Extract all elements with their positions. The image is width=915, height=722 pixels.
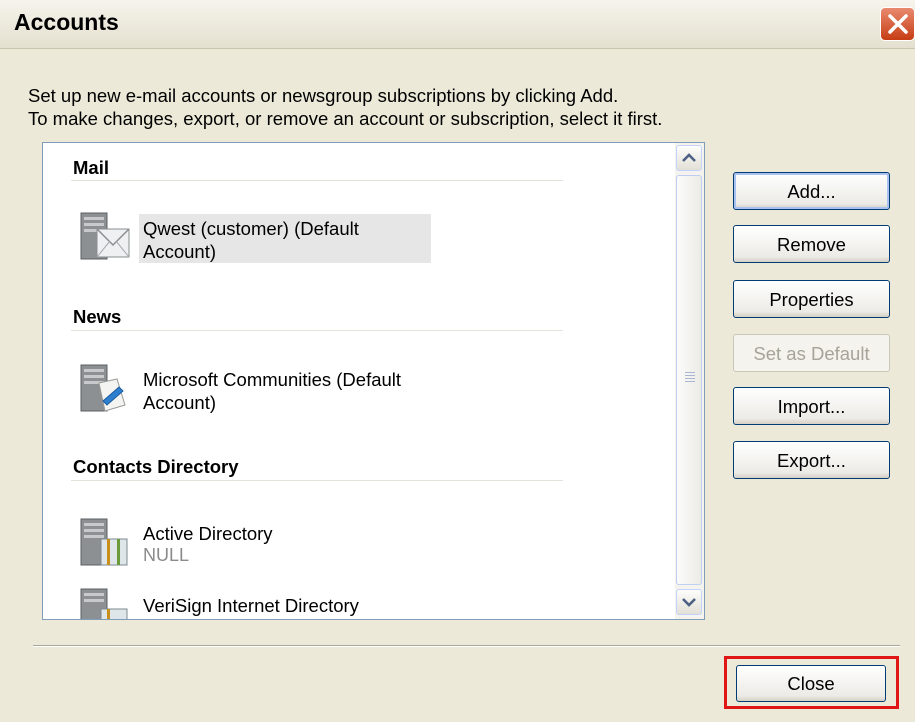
accounts-list[interactable]: Mail Qwest (customer) (Default Account) … xyxy=(42,142,705,620)
divider xyxy=(71,480,563,481)
chevron-up-icon xyxy=(682,153,696,162)
account-name: Active Directory xyxy=(143,523,273,544)
close-icon xyxy=(888,14,908,34)
divider xyxy=(71,330,563,331)
directory-server-icon xyxy=(80,518,128,566)
close-button[interactable]: Close xyxy=(736,665,886,702)
close-window-button[interactable] xyxy=(880,7,915,41)
grip-line xyxy=(685,378,695,379)
account-detail: NULL xyxy=(143,545,190,565)
divider xyxy=(71,180,563,181)
export-button[interactable]: Export... xyxy=(733,441,890,479)
group-header-news: News xyxy=(73,306,122,327)
add-button[interactable]: Add... xyxy=(733,172,890,210)
news-server-icon xyxy=(80,364,126,412)
group-header-contacts-directory: Contacts Directory xyxy=(73,456,239,477)
scroll-thumb[interactable] xyxy=(676,175,702,585)
instruction-line-1: Set up new e-mail accounts or newsgroup … xyxy=(28,85,619,106)
account-name: VeriSign Internet Directory xyxy=(143,595,359,616)
grip-line xyxy=(685,375,695,376)
chevron-down-icon xyxy=(682,598,696,607)
account-name: Qwest (customer) (Default Account) xyxy=(143,218,359,262)
grip-line xyxy=(685,381,695,382)
scroll-up-button[interactable] xyxy=(676,145,702,171)
grip-line xyxy=(685,372,695,373)
scroll-down-button[interactable] xyxy=(676,589,702,615)
properties-button[interactable]: Properties xyxy=(733,280,890,318)
mail-server-icon xyxy=(80,212,130,260)
window-title: Accounts xyxy=(14,9,119,35)
instruction-line-2: To make changes, export, or remove an ac… xyxy=(28,108,663,129)
directory-server-icon xyxy=(80,588,128,619)
import-button[interactable]: Import... xyxy=(733,387,890,425)
set-as-default-button[interactable]: Set as Default xyxy=(733,334,890,372)
group-header-mail: Mail xyxy=(73,157,109,178)
account-name: Microsoft Communities (Default Account) xyxy=(143,369,402,413)
remove-button[interactable]: Remove xyxy=(733,225,890,263)
title-bar: Accounts xyxy=(0,0,915,49)
separator xyxy=(33,645,900,647)
vertical-scrollbar[interactable] xyxy=(675,143,704,619)
